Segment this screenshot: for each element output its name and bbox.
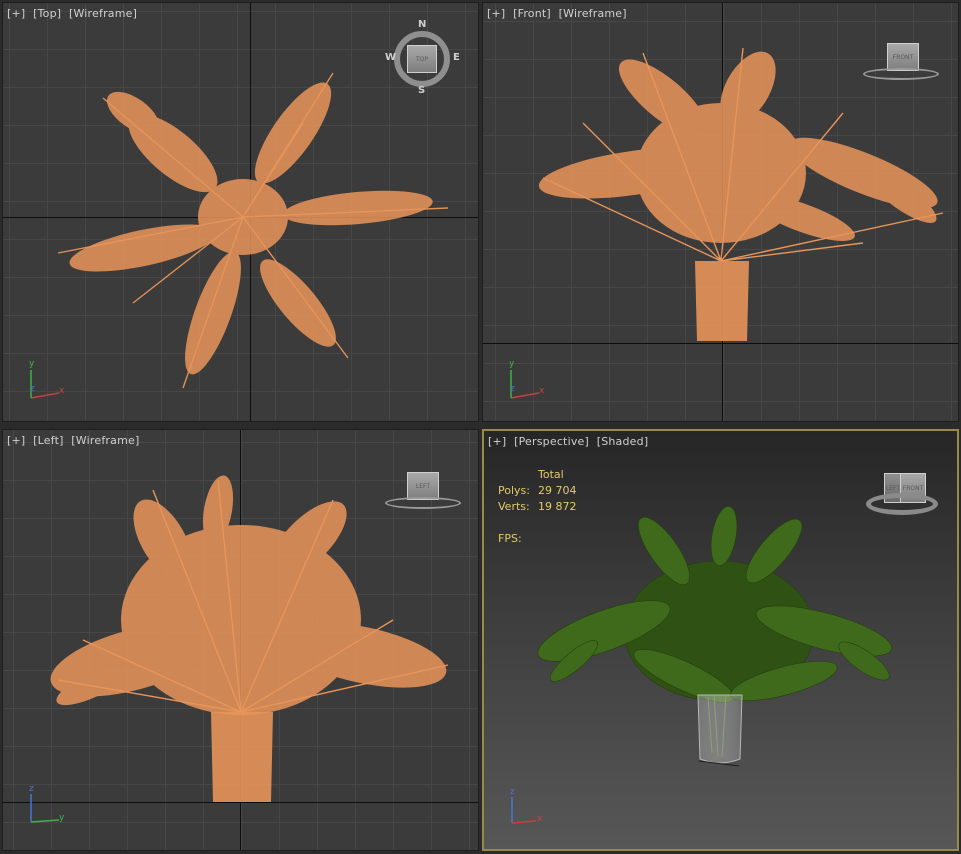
axis-z-label: z	[510, 384, 515, 394]
viewport-label-top: [+] [Top] [Wireframe]	[7, 7, 141, 20]
axis-y-label: y	[509, 359, 515, 369]
viewport-view-menu[interactable]: [Top]	[33, 7, 61, 20]
viewport-menu-button[interactable]: [+]	[488, 435, 506, 448]
viewport-menu-button[interactable]: [+]	[7, 7, 25, 20]
stats-polys-value: 29 704	[538, 484, 577, 497]
viewport-front[interactable]: FRONT y z x [+] [Front] [Wireframe]	[482, 2, 959, 422]
viewport-label-perspective: [+] [Perspective] [Shaded]	[488, 435, 652, 448]
stats-header: Total	[538, 468, 564, 481]
axis-x-label: x	[537, 814, 543, 824]
axis-tripod-left	[30, 794, 60, 823]
stats-verts-value: 19 872	[538, 500, 577, 513]
viewport-perspective[interactable]: z x LEFT FRONT Total Polys: 29 704 Verts…	[482, 429, 959, 851]
viewport-top[interactable]: TOP N S E W y z x [+] [Top] [Wireframe]	[2, 2, 479, 422]
viewport-label-front: [+] [Front] [Wireframe]	[487, 7, 631, 20]
axis-x-label: x	[539, 386, 545, 396]
viewport-menu-button[interactable]: [+]	[7, 434, 25, 447]
viewport-view-menu[interactable]: [Perspective]	[514, 435, 589, 448]
viewport-view-menu[interactable]: [Front]	[513, 7, 551, 20]
stats-overlay: Total Polys: 29 704 Verts: 19 872 FPS:	[498, 467, 577, 547]
axis-tripod-front	[510, 370, 540, 399]
viewport-view-menu[interactable]: [Left]	[33, 434, 63, 447]
axis-tripod-top	[30, 370, 60, 399]
viewport-shading-menu[interactable]: [Wireframe]	[69, 7, 137, 20]
axis-z-label: z	[510, 787, 515, 797]
stats-verts-label: Verts:	[498, 500, 530, 513]
viewport-left[interactable]: LEFT z y [+] [Left] [Wireframe]	[2, 429, 479, 851]
viewport-shading-menu[interactable]: [Wireframe]	[71, 434, 139, 447]
viewport-label-left: [+] [Left] [Wireframe]	[7, 434, 143, 447]
axis-y-label: y	[59, 813, 65, 823]
axis-y-label: y	[29, 359, 35, 369]
viewcube-ring[interactable]	[866, 493, 938, 515]
viewport-shading-menu[interactable]: [Wireframe]	[559, 7, 627, 20]
axis-x-label: x	[59, 386, 65, 396]
viewcube-perspective[interactable]: LEFT FRONT	[864, 467, 944, 517]
axis-z-label: z	[29, 784, 34, 794]
viewport-shading-menu[interactable]: [Shaded]	[597, 435, 649, 448]
stats-fps-label: FPS:	[498, 532, 522, 545]
viewport-menu-button[interactable]: [+]	[487, 7, 505, 20]
stats-polys-row: Polys: 29 704	[498, 483, 577, 499]
stats-verts-row: Verts: 19 872	[498, 499, 577, 515]
stats-polys-label: Polys:	[498, 484, 530, 497]
axis-z-label: z	[30, 384, 35, 394]
